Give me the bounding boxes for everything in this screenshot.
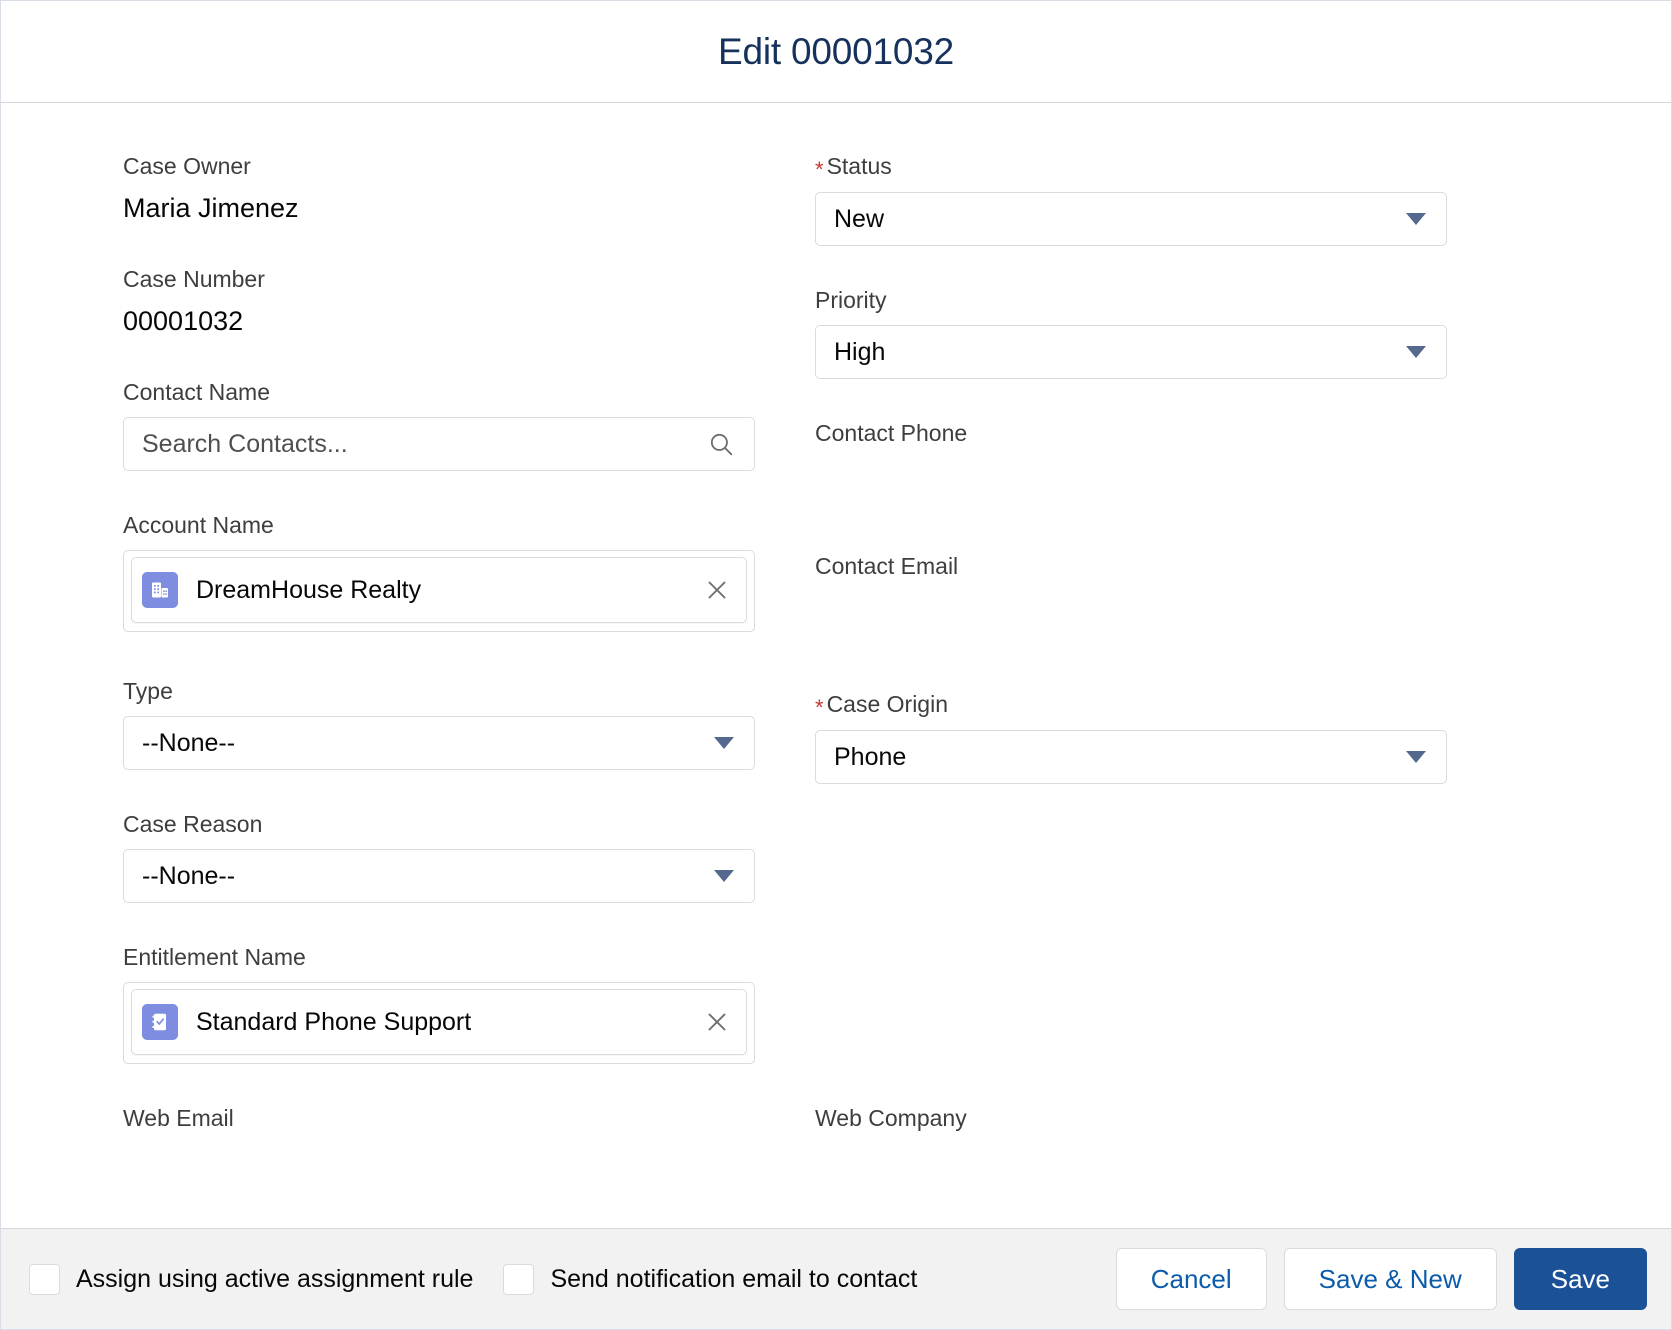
field-label-type: Type [123, 678, 173, 704]
field-entitlement-name: Entitlement Name Standard Phone Support [123, 942, 755, 1064]
modal-header: Edit 00001032 [1, 1, 1671, 103]
chevron-down-icon [1406, 346, 1426, 358]
cutoff-row: Web Email Web Company [1, 1103, 1671, 1133]
field-type: Type --None-- [123, 676, 755, 770]
chevron-down-icon [714, 737, 734, 749]
field-account-name: Account Name DreamHouse Realty [123, 510, 755, 632]
entitlement-name-value: Standard Phone Support [196, 1007, 472, 1036]
field-label-case-origin: * Case Origin [815, 689, 1447, 720]
search-icon[interactable] [708, 431, 734, 457]
checkbox-box[interactable] [29, 1263, 60, 1295]
cutoff-col-right: Web Company [815, 1103, 1447, 1133]
contact-name-input[interactable]: Search Contacts... [123, 417, 755, 471]
priority-value: High [834, 337, 886, 366]
chevron-down-icon [714, 870, 734, 882]
field-label-case-owner: Case Owner [123, 153, 251, 179]
field-contact-name: Contact Name Search Contacts... [123, 377, 755, 471]
save-button[interactable]: Save [1513, 1248, 1647, 1310]
field-label-priority: Priority [815, 287, 887, 313]
account-building-icon [142, 572, 178, 608]
field-contact-phone: Contact Phone [815, 418, 1447, 512]
field-label-web-company: Web Company [815, 1105, 967, 1131]
field-case-owner: Case Owner Maria Jimenez [123, 151, 755, 225]
field-label-entitlement-name: Entitlement Name [123, 944, 306, 970]
type-combobox[interactable]: --None-- [123, 716, 755, 770]
case-owner-value: Maria Jimenez [123, 193, 299, 223]
cutoff-col-left: Web Email [123, 1103, 755, 1133]
entitlement-name-input[interactable]: Standard Phone Support [123, 982, 755, 1064]
status-combobox[interactable]: New [815, 192, 1447, 246]
field-status: * Status New [815, 151, 1447, 246]
save-and-new-button[interactable]: Save & New [1283, 1248, 1497, 1310]
field-case-reason: Case Reason --None-- [123, 809, 755, 903]
send-notification-email-to-contact-checkbox[interactable]: Send notification email to contact [503, 1263, 918, 1295]
field-label-case-number: Case Number [123, 266, 265, 292]
entitlement-clipboard-icon [142, 1004, 178, 1040]
contact-phone-value [815, 458, 1447, 512]
field-contact-email: Contact Email [815, 551, 1447, 645]
form-grid: Case Owner Maria Jimenez Case Number 000… [1, 151, 1671, 1103]
status-label-text: Status [826, 153, 892, 179]
case-origin-label-text: Case Origin [826, 691, 948, 717]
chevron-down-icon [1406, 213, 1426, 225]
assign-using-active-assignment-rule-label: Assign using active assignment rule [76, 1264, 474, 1293]
checkbox-box[interactable] [503, 1263, 535, 1295]
field-label-contact-name: Contact Name [123, 379, 271, 405]
contact-name-placeholder: Search Contacts... [142, 429, 348, 458]
type-value: --None-- [142, 728, 236, 757]
footer-actions: Cancel Save & New Save [1115, 1248, 1647, 1310]
assign-using-active-assignment-rule-checkbox[interactable]: Assign using active assignment rule [29, 1263, 474, 1295]
priority-combobox[interactable]: High [815, 325, 1447, 379]
entitlement-name-pill[interactable]: Standard Phone Support [131, 989, 747, 1055]
case-reason-value: --None-- [142, 861, 236, 890]
close-icon[interactable] [702, 575, 732, 605]
field-priority: Priority High [815, 285, 1447, 379]
footer-options: Assign using active assignment rule Send… [29, 1263, 1116, 1295]
contact-email-value [815, 591, 1447, 645]
page-title: Edit 00001032 [717, 30, 955, 72]
field-label-web-email: Web Email [123, 1105, 234, 1131]
cancel-button[interactable]: Cancel [1115, 1248, 1267, 1310]
field-label-contact-phone: Contact Phone [815, 420, 968, 446]
modal-footer: Assign using active assignment rule Send… [1, 1228, 1671, 1329]
edit-case-modal: Edit 00001032 Case Owner Maria Jimenez C… [0, 0, 1672, 1330]
chevron-down-icon [1406, 751, 1426, 763]
status-value: New [834, 204, 885, 233]
case-number-value: 00001032 [123, 306, 244, 336]
form-column-left: Case Owner Maria Jimenez Case Number 000… [123, 151, 755, 1103]
account-name-input[interactable]: DreamHouse Realty [123, 550, 755, 632]
case-origin-value: Phone [834, 742, 907, 771]
account-name-value: DreamHouse Realty [196, 575, 422, 604]
field-label-contact-email: Contact Email [815, 553, 959, 579]
modal-body: Case Owner Maria Jimenez Case Number 000… [1, 103, 1671, 1228]
field-label-account-name: Account Name [123, 512, 274, 538]
account-name-pill[interactable]: DreamHouse Realty [131, 557, 747, 623]
field-case-origin: * Case Origin Phone [815, 689, 1447, 784]
required-asterisk: * [815, 695, 824, 720]
form-column-right: * Status New Priority High Contact Phone… [815, 151, 1447, 1103]
case-origin-combobox[interactable]: Phone [815, 730, 1447, 784]
field-case-number: Case Number 00001032 [123, 264, 755, 338]
close-icon[interactable] [702, 1007, 732, 1037]
required-asterisk: * [815, 157, 824, 182]
case-reason-combobox[interactable]: --None-- [123, 849, 755, 903]
send-notification-email-to-contact-label: Send notification email to contact [550, 1264, 918, 1293]
field-label-case-reason: Case Reason [123, 811, 263, 837]
field-label-status: * Status [815, 151, 1447, 182]
